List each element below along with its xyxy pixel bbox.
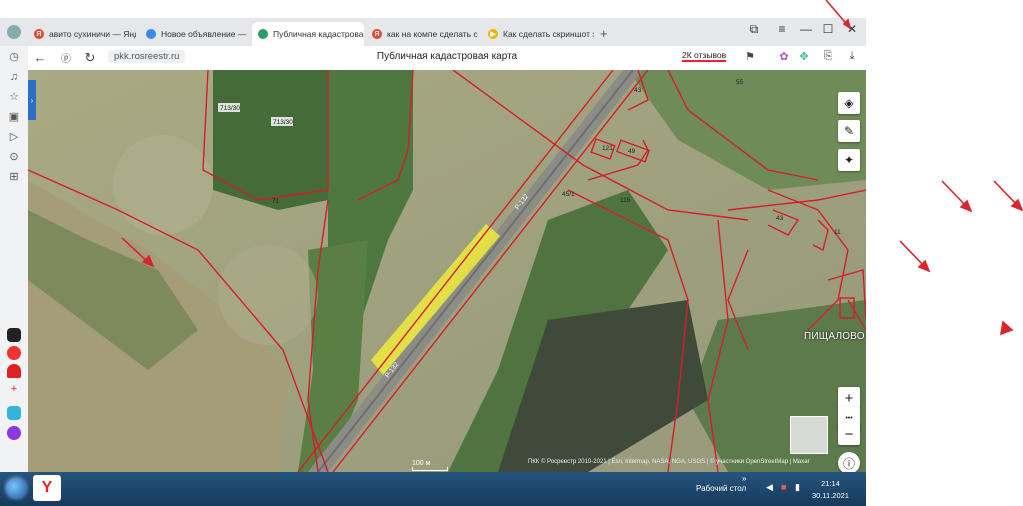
collections-icon[interactable]: ▣ <box>7 110 21 124</box>
maps-app-icon[interactable] <box>7 346 21 360</box>
arrowhead <box>1010 198 1023 212</box>
clock-date: 30.11.2021 <box>812 491 849 500</box>
parcel-number: 11 <box>834 229 841 236</box>
antivirus-icon[interactable]: ■ <box>781 482 786 492</box>
protect-icon[interactable]: ⓟ <box>58 50 74 65</box>
tray-expand-icon[interactable]: » <box>742 474 746 483</box>
village-label: ПИЩАЛОВО <box>804 331 865 342</box>
layers-icon[interactable]: ◈ <box>838 92 860 114</box>
download-icon[interactable]: ⤓ <box>844 50 860 63</box>
volume-icon[interactable]: ◀ <box>766 482 773 493</box>
browser-window: Я авито сухиничи — Яндекс Новое объявлен… <box>0 18 866 506</box>
history-icon[interactable]: ◷ <box>7 50 21 64</box>
minimize-button[interactable]: — <box>794 22 818 36</box>
pivot-field <box>113 135 213 235</box>
tab-label: Публичная кадастровая <box>273 29 364 39</box>
system-clock[interactable]: 21:14 30.11.2021 <box>812 478 849 502</box>
url-field[interactable]: pkk.rosreestr.ru <box>108 50 186 63</box>
pivot-field <box>218 245 318 345</box>
messenger-app-icon[interactable] <box>7 406 21 420</box>
parcel-number: 121 <box>602 145 613 152</box>
info-icon[interactable]: ⓘ <box>838 452 860 472</box>
tab-label: Как сделать скриншот эк <box>503 29 594 39</box>
video-icon[interactable]: ▷ <box>7 130 21 144</box>
close-window-button[interactable]: ✕ <box>840 22 864 36</box>
alice-app-icon[interactable] <box>7 328 21 342</box>
parcel-number: 71 <box>272 198 280 205</box>
parcel-number: 713/30 <box>273 119 293 126</box>
tabs-menu-icon[interactable]: ⧉ <box>742 22 766 37</box>
ruler-icon[interactable]: ✎ <box>838 120 860 142</box>
youtube-icon: ▶ <box>488 29 498 39</box>
satellite-map-layer: 713/30 713/30 71 45/1 115 121 49 43 55 4… <box>28 70 866 472</box>
scale-label: 100 м <box>412 460 431 467</box>
notifications-icon[interactable]: ♫ <box>7 70 21 84</box>
apps-grid-icon[interactable]: ⊞ <box>7 170 21 184</box>
favorites-icon[interactable]: ☆ <box>7 90 21 104</box>
address-bar: ← ⓟ ↻ pkk.rosreestr.ru Публичная кадастр… <box>28 46 866 71</box>
yandex-browser-taskbar-button[interactable]: Y <box>33 475 61 501</box>
alice-assistant-icon[interactable] <box>7 426 21 440</box>
map-copyright: ПКК © Росреестр 2010-2021 | Esri, Interm… <box>528 459 810 465</box>
tab-cadastral-map[interactable]: Публичная кадастровая × <box>252 22 364 46</box>
parcel-number: 43 <box>634 87 642 94</box>
panel-toggle-button[interactable]: › <box>28 80 36 120</box>
new-tab-button[interactable]: + <box>600 26 608 41</box>
annotation-arrow <box>993 180 1020 208</box>
apps-icon[interactable]: ✥ <box>796 50 812 63</box>
parcel-number: 713/30 <box>220 105 240 112</box>
locate-icon[interactable]: ✦ <box>838 149 860 171</box>
arrowhead <box>917 259 931 273</box>
profile-avatar[interactable] <box>7 25 21 39</box>
zoom-in-button[interactable]: + <box>838 387 860 409</box>
downloads-icon[interactable]: ⊙ <box>7 150 21 164</box>
add-app-icon[interactable]: + <box>7 382 21 396</box>
tab-label: авито сухиничи — Яндекс <box>49 29 136 39</box>
parcel-number: 45/1 <box>562 191 575 198</box>
tab-screenshot-search[interactable]: Я как на компе сделать скр <box>366 22 478 46</box>
avito-icon <box>146 29 156 39</box>
extension-icon[interactable]: ✿ <box>776 50 792 63</box>
arrowhead <box>999 320 1014 336</box>
parcel-number: 115 <box>620 197 631 204</box>
arrowhead <box>959 199 973 213</box>
annotation-arrow <box>899 240 927 269</box>
parcel-number: 49 <box>628 148 636 155</box>
yandex-icon: Я <box>34 29 44 39</box>
scale-line <box>412 467 448 471</box>
clock-time: 21:14 <box>821 479 840 488</box>
start-button[interactable] <box>6 478 26 498</box>
desktop-label[interactable]: Рабочий стол <box>696 484 746 493</box>
zoom-out-button[interactable]: − <box>838 423 860 445</box>
rosreestr-icon <box>258 29 268 39</box>
menu-icon[interactable]: ≡ <box>770 22 794 36</box>
left-sidebar: ◷ ♫ ☆ ▣ ▷ ⊙ ⊞ + <box>0 46 28 470</box>
tab-label: как на компе сделать скр <box>387 29 478 39</box>
market-app-icon[interactable] <box>7 364 21 378</box>
reload-icon[interactable]: ↻ <box>82 50 98 66</box>
windows-taskbar: Y Рабочий стол » ◀ ■ ▮ 21:14 30.11.2021 <box>0 472 866 506</box>
parcel-number: 55 <box>736 79 744 86</box>
maximize-button[interactable]: ☐ <box>816 22 840 36</box>
yandex-icon: Я <box>372 29 382 39</box>
scale-bar: 100 м <box>412 460 448 471</box>
back-icon[interactable]: ← <box>32 50 48 65</box>
annotation-arrow <box>941 180 969 209</box>
tab-strip: Я авито сухиничи — Яндекс Новое объявлен… <box>0 18 866 46</box>
tab-new-listing[interactable]: Новое объявление — ОС <box>140 22 248 46</box>
reviews-link[interactable]: 2К отзывов <box>682 50 727 62</box>
network-icon[interactable]: ▮ <box>795 482 800 493</box>
tab-avito-search[interactable]: Я авито сухиничи — Яндекс <box>28 22 136 46</box>
bookmark-icon[interactable]: ⚑ <box>742 50 758 63</box>
minimap[interactable] <box>790 416 828 454</box>
tab-screenshot-video[interactable]: ▶ Как сделать скриншот эк <box>482 22 594 46</box>
collections-icon[interactable]: ⎘ <box>820 50 836 63</box>
forest-area <box>213 70 328 210</box>
tab-label: Новое объявление — ОС <box>161 29 248 39</box>
cadastral-map[interactable]: 713/30 713/30 71 45/1 115 121 49 43 55 4… <box>28 70 866 472</box>
parcel-number: 43 <box>776 215 784 222</box>
